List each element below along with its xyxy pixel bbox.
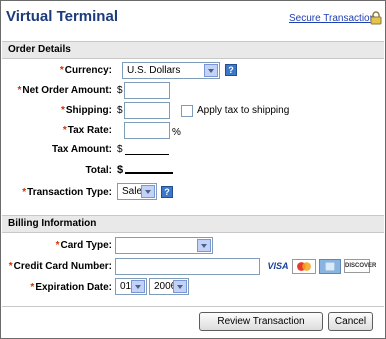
card-type-label: *Card Type:	[55, 240, 112, 251]
required-mark: *	[62, 125, 67, 136]
required-mark: *	[30, 282, 35, 293]
required-mark: *	[59, 65, 64, 76]
cancel-button[interactable]: Cancel	[328, 312, 373, 331]
chevron-down-icon	[173, 280, 187, 293]
dollar-sign: $	[117, 105, 123, 116]
total-label: Total:	[85, 165, 112, 176]
page-title: Virtual Terminal	[6, 8, 118, 25]
transaction-type-label: *Transaction Type:	[22, 187, 112, 198]
expiration-date-label: *Expiration Date:	[30, 282, 112, 293]
transaction-type-select[interactable]: Sale	[117, 183, 157, 200]
required-mark: *	[8, 261, 13, 272]
amex-logo-icon	[319, 259, 341, 274]
billing-information-title: Billing Information	[8, 218, 97, 229]
billing-information-header: Billing Information	[2, 215, 384, 233]
chevron-down-icon	[197, 239, 211, 252]
dollar-sign: $	[117, 144, 123, 155]
credit-card-number-input[interactable]	[115, 258, 260, 275]
currency-value: U.S. Dollars	[127, 65, 181, 76]
dollar-sign: $	[117, 164, 124, 176]
tax-rate-input[interactable]	[124, 122, 170, 139]
net-order-amount-label: *Net Order Amount:	[17, 85, 112, 96]
expiration-month-select[interactable]: 01	[115, 278, 147, 295]
percent-sign: %	[172, 127, 181, 138]
currency-select[interactable]: U.S. Dollars	[122, 62, 220, 79]
secure-transaction-link[interactable]: Secure Transaction	[289, 13, 375, 24]
chevron-down-icon	[141, 185, 155, 198]
total-value	[125, 164, 173, 174]
transaction-type-help-icon[interactable]: ?	[161, 186, 173, 198]
chevron-down-icon	[204, 64, 218, 77]
mastercard-logo-icon	[292, 259, 316, 274]
transaction-type-value: Sale	[122, 186, 143, 197]
review-transaction-button[interactable]: Review Transaction	[199, 312, 323, 331]
expiration-year-select[interactable]: 2006	[149, 278, 189, 295]
tax-amount-value	[125, 145, 169, 155]
shipping-label: *Shipping:	[60, 105, 112, 116]
order-details-header: Order Details	[2, 41, 384, 59]
net-order-amount-input[interactable]	[124, 82, 170, 99]
virtual-terminal-panel: Virtual Terminal Secure Transaction Orde…	[0, 0, 386, 339]
dollar-sign: $	[117, 85, 123, 96]
visa-logo-icon: VISA	[267, 261, 289, 271]
required-mark: *	[60, 105, 65, 116]
chevron-down-icon	[131, 280, 145, 293]
currency-label: *Currency:	[59, 65, 112, 76]
shipping-input[interactable]	[124, 102, 170, 119]
tax-amount-label: Tax Amount:	[52, 144, 112, 155]
order-details-title: Order Details	[8, 44, 71, 55]
expiration-month-value: 01	[120, 281, 132, 292]
required-mark: *	[17, 85, 22, 96]
tax-rate-label: *Tax Rate:	[62, 125, 112, 136]
credit-card-number-label: *Credit Card Number:	[8, 261, 112, 272]
apply-tax-checkbox[interactable]	[181, 105, 193, 117]
card-type-select[interactable]	[115, 237, 213, 254]
required-mark: *	[55, 240, 60, 251]
discover-logo-icon: DISCOVER	[344, 259, 376, 273]
lock-icon	[370, 11, 382, 25]
currency-help-icon[interactable]: ?	[225, 64, 237, 76]
apply-tax-label: Apply tax to shipping	[197, 105, 290, 116]
required-mark: *	[22, 187, 27, 198]
footer-divider	[2, 306, 384, 307]
